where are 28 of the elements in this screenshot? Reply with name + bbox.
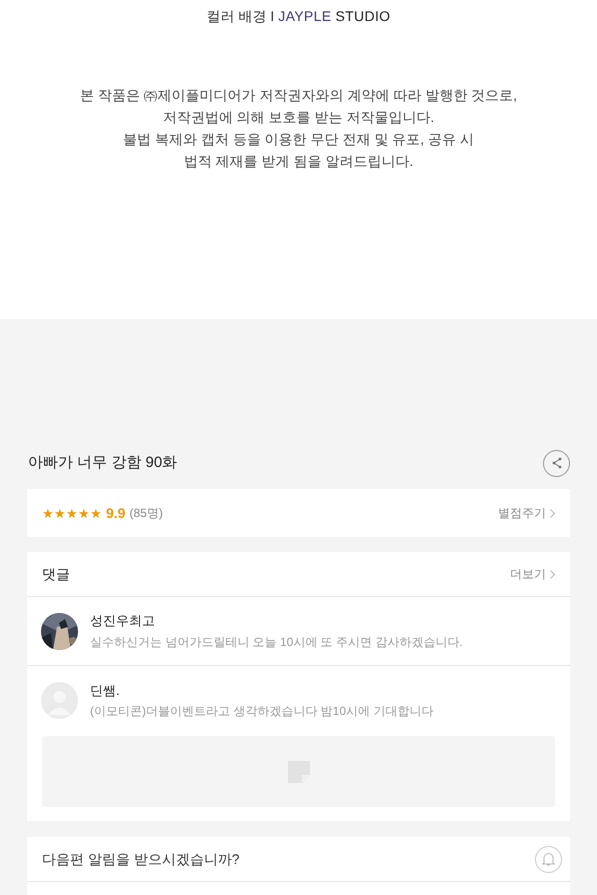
notice-text: 불법 복제와 캡처 등을 이용한 무단 전재 및 유포, 공유 시: [123, 130, 474, 149]
notice-text: 본 작품은 ㈜제이플미디어가 저작권자와의 계약에 따라 발행한 것으로,: [80, 86, 518, 105]
star-icon: ★: [78, 506, 90, 520]
notice-text: 저작권법에 의해 보호를 받는 저작물입니다.: [162, 108, 434, 127]
chevron-icon: [550, 508, 555, 518]
rating-count: (85명): [129, 505, 163, 522]
star-icon: ★: [42, 506, 54, 520]
star-icon: ★: [90, 506, 102, 520]
bell-icon: [542, 852, 555, 866]
comment-text: 실수하신거는 넘어가드릴테니 오늘 10시에 또 주시면 감사하겠습니다.: [90, 634, 463, 651]
more-link[interactable]: 더보기: [510, 565, 555, 583]
share-icon: [550, 457, 562, 469]
comment-author: 성진우최고: [90, 612, 156, 630]
rating-score: 9.9: [106, 504, 126, 522]
star-icon: ★: [66, 506, 78, 520]
header-title: 컬러 배경 I: [206, 7, 274, 26]
star-icon: ★: [54, 506, 66, 520]
section-title: 댓글: [42, 564, 70, 584]
comment-text: (이모티콘)더블이벤트라고 생각하겠습니다 밤10시에 기대합니다: [90, 703, 434, 720]
chevron-icon: [550, 570, 555, 578]
rate-link[interactable]: 별점주기: [498, 504, 555, 522]
notice-text: 법적 제재를 받게 됨을 알려드립니다.: [184, 152, 414, 171]
episode-title: 아빠가 너무 강함 90화: [28, 452, 178, 473]
alert-question: 다음편 알림을 받으시겠습니까?: [42, 850, 240, 868]
brand-name: STUDIO: [335, 7, 390, 26]
brand-name: JAYPLE: [278, 7, 332, 26]
share-button[interactable]: [543, 450, 570, 476]
comment-author: 딘쌤.: [90, 682, 121, 700]
